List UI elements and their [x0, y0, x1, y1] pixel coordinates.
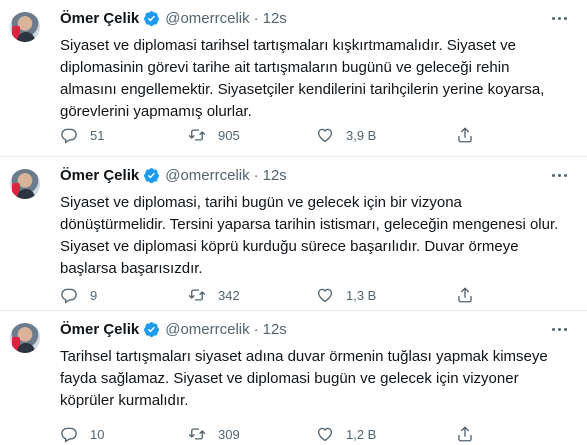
like-count: 1,3 B	[346, 287, 377, 303]
avatar[interactable]	[10, 169, 40, 199]
retweet-button[interactable]: 309	[188, 424, 240, 444]
tweet-text-line: görevlerini yapmamış olurlar.	[60, 103, 252, 120]
like-icon	[317, 427, 333, 442]
retweet-icon	[188, 129, 206, 141]
tweet-text-line: Tarihsel tartışmaları siyaset adına duva…	[60, 348, 548, 365]
share-icon	[458, 127, 472, 143]
more-options-icon[interactable]	[549, 167, 569, 183]
tweet-text-line: dönüştürmelidir. Tersini yaparsa tarihin…	[60, 216, 559, 233]
avatar[interactable]	[10, 323, 40, 353]
author-name[interactable]: Ömer Çelik	[60, 10, 139, 27]
separator-dot: ·	[253, 320, 259, 338]
separator-dot: ·	[253, 166, 259, 184]
tweet-text-line: başlarsa başarısızdır.	[60, 260, 203, 277]
reply-count: 51	[90, 127, 105, 143]
tweet-header: Ömer Çelik @omerrcelik · 12s	[60, 165, 287, 185]
tweet-feed: Ömer Çelik @omerrcelik · 12s Siyaset ve …	[0, 0, 587, 445]
share-icon	[458, 287, 472, 303]
tweet-text-line: diplomasinin görevi tarihe ait tartışmal…	[60, 59, 510, 76]
author-name[interactable]: Ömer Çelik	[60, 167, 139, 184]
tweet-actions: 51 905 3,9 B	[60, 125, 540, 145]
retweet-icon	[188, 428, 206, 440]
avatar[interactable]	[10, 12, 40, 42]
tweet-actions: 10 309 1,2 B	[60, 424, 540, 444]
reply-icon	[61, 288, 77, 304]
tweet-text-line: Siyaset ve diplomasi köprü kurduğu sürec…	[60, 238, 519, 255]
reply-icon	[61, 128, 77, 144]
retweet-icon	[188, 289, 206, 301]
reply-button[interactable]: 9	[60, 285, 97, 305]
tweet[interactable]: Ömer Çelik @omerrcelik · 12s Siyaset ve …	[0, 0, 587, 157]
avatar-portrait	[17, 189, 35, 199]
tweet-header: Ömer Çelik @omerrcelik · 12s	[60, 8, 287, 28]
retweet-count: 342	[218, 287, 240, 303]
avatar-portrait	[17, 32, 35, 42]
like-icon	[317, 288, 333, 303]
share-button[interactable]	[456, 424, 474, 444]
tweet[interactable]: Ömer Çelik @omerrcelik · 12s Siyaset ve …	[0, 157, 587, 311]
reply-icon	[61, 427, 77, 443]
tweet-timestamp[interactable]: 12s	[263, 167, 287, 184]
retweet-count: 309	[218, 426, 240, 442]
retweet-button[interactable]: 342	[188, 285, 240, 305]
tweet-timestamp[interactable]: 12s	[263, 10, 287, 27]
like-button[interactable]: 1,2 B	[316, 424, 376, 444]
tweet-text: Siyaset ve diplomasi, tarihi bugün ve ge…	[60, 192, 560, 280]
like-icon	[317, 128, 333, 143]
reply-count: 9	[90, 287, 98, 303]
tweet-actions: 9 342 1,3 B	[60, 285, 540, 305]
share-button[interactable]	[456, 125, 474, 145]
retweet-count: 905	[218, 127, 240, 143]
more-options-icon[interactable]	[549, 10, 569, 26]
reply-button[interactable]: 51	[60, 125, 104, 145]
like-button[interactable]: 1,3 B	[316, 285, 376, 305]
verified-badge-icon	[144, 167, 160, 183]
verified-badge-icon	[144, 321, 160, 337]
verified-badge-icon	[144, 10, 160, 26]
like-button[interactable]: 3,9 B	[316, 125, 376, 145]
tweet-text-line: köprüler kurmalıdır.	[60, 392, 189, 409]
author-handle[interactable]: @omerrcelik	[165, 167, 249, 184]
tweet-text-line: fayda sağlamaz. Siyaset ve diplomasi bug…	[60, 370, 519, 387]
like-count: 1,2 B	[346, 426, 377, 442]
tweet[interactable]: Ömer Çelik @omerrcelik · 12s Tarihsel ta…	[0, 311, 587, 445]
tweet-header: Ömer Çelik @omerrcelik · 12s	[60, 319, 287, 339]
tweet-text-line: Siyaset ve diplomasi tarihsel tartışmala…	[60, 37, 516, 54]
reply-button[interactable]: 10	[60, 424, 104, 444]
more-options-icon[interactable]	[549, 321, 569, 337]
tweet-text-line: Siyaset ve diplomasi, tarihi bugün ve ge…	[60, 194, 462, 211]
author-handle[interactable]: @omerrcelik	[165, 10, 249, 27]
retweet-button[interactable]: 905	[188, 125, 240, 145]
avatar-portrait	[17, 343, 35, 353]
author-name[interactable]: Ömer Çelik	[60, 321, 139, 338]
tweet-text: Siyaset ve diplomasi tarihsel tartışmala…	[60, 35, 560, 123]
separator-dot: ·	[253, 9, 259, 27]
like-count: 3,9 B	[346, 127, 377, 143]
reply-count: 10	[90, 426, 105, 442]
tweet-timestamp[interactable]: 12s	[263, 321, 287, 338]
tweet-text: Tarihsel tartışmaları siyaset adına duva…	[60, 346, 560, 412]
author-handle[interactable]: @omerrcelik	[165, 321, 249, 338]
share-icon	[458, 426, 472, 442]
tweet-text-line: almasını engellemektir. Siyasetçiler ken…	[60, 81, 545, 98]
share-button[interactable]	[456, 285, 474, 305]
